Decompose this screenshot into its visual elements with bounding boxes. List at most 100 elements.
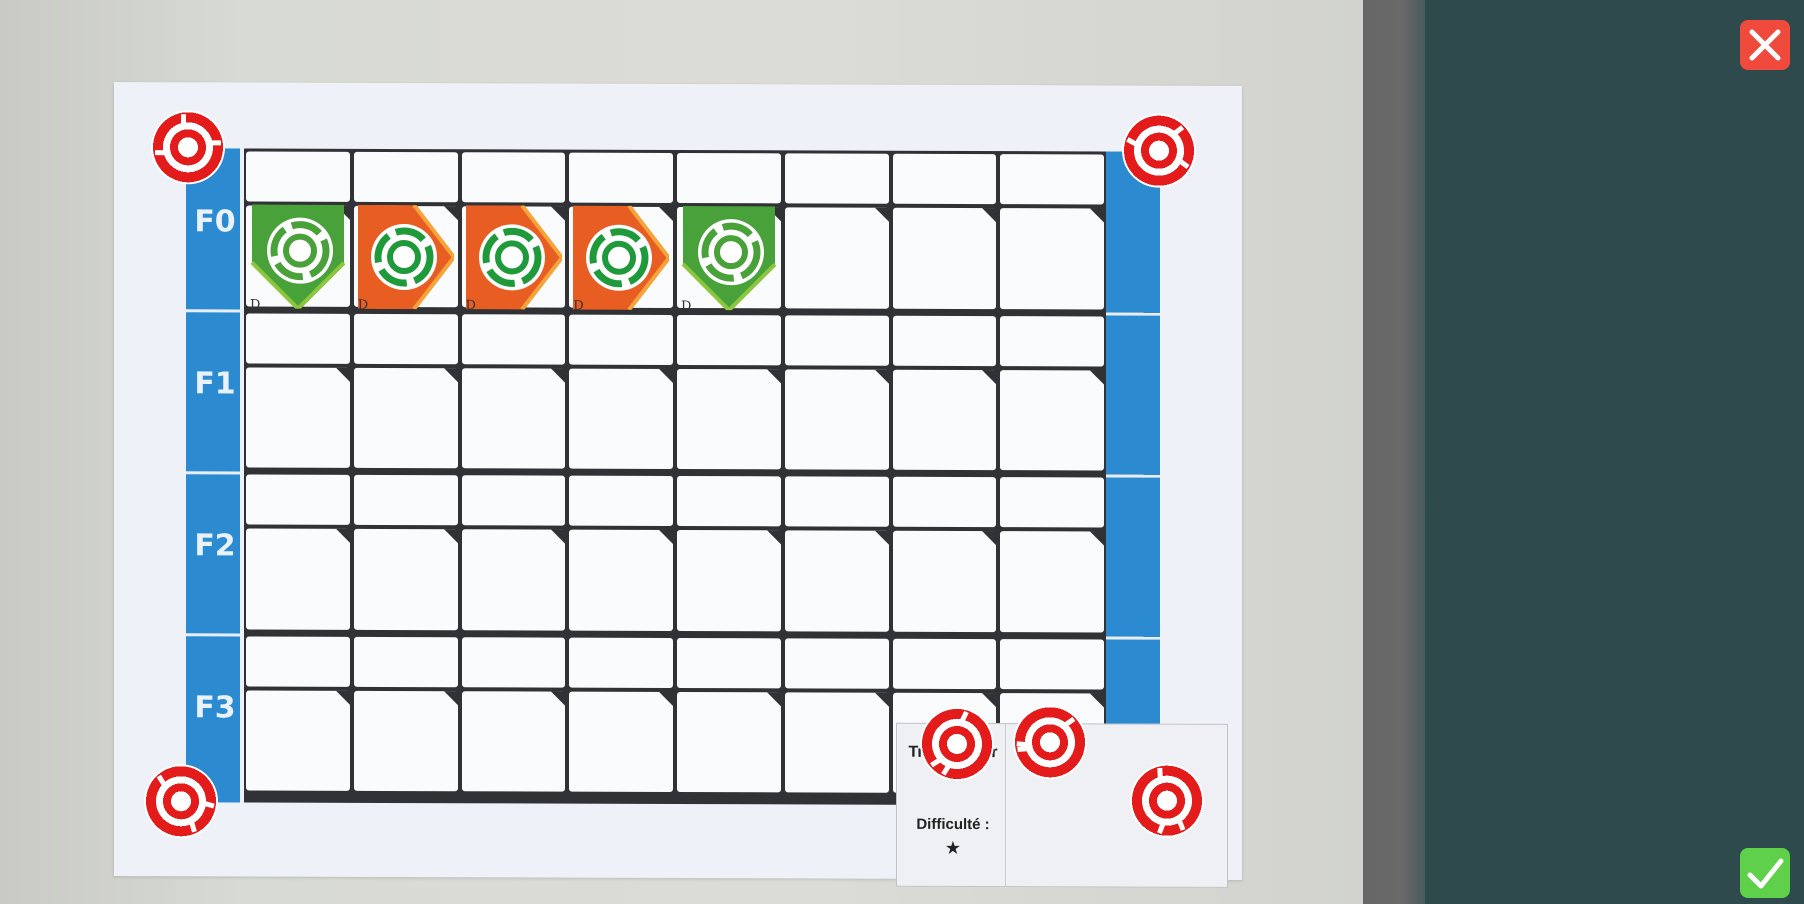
board-cell — [892, 369, 997, 471]
token-base-letter: D — [573, 298, 584, 314]
board-cell-top — [1000, 477, 1104, 528]
board-cell-top — [461, 636, 566, 688]
board-cell-top — [784, 153, 889, 204]
board-cell-top — [892, 153, 997, 205]
token-arrow-right-icon — [357, 204, 454, 310]
board-cell-top — [892, 315, 997, 366]
camera-photo: F0 F1 F2 F3 Transporter Difficulté : ★ — [0, 0, 1363, 904]
camera-review-screen: F0 F1 F2 F3 Transporter Difficulté : ★ — [0, 0, 1804, 904]
orange-token[interactable]: D — [462, 203, 566, 313]
board-cell — [246, 528, 350, 630]
board-cell — [784, 368, 889, 470]
confirm-button[interactable] — [1740, 848, 1790, 898]
close-button[interactable] — [1740, 20, 1790, 70]
board-cell-top — [461, 152, 566, 203]
board-cell — [461, 367, 566, 469]
board-cell — [677, 691, 781, 793]
board-cell-top — [784, 476, 889, 527]
card-marker-2-icon — [1013, 705, 1087, 780]
photo-edge-shadow — [1363, 0, 1425, 904]
token-base-letter: D — [357, 297, 369, 313]
floor-label-f0: F0 — [194, 204, 236, 240]
board-cell — [461, 690, 566, 792]
board-cell-top — [569, 475, 673, 526]
token-base-letter: D — [681, 299, 692, 315]
board-cell-top — [353, 474, 458, 526]
board-cell-top — [353, 313, 458, 364]
token-arrow-right-icon — [573, 205, 670, 310]
token-base-letter: D — [250, 297, 261, 313]
board-cell — [892, 207, 997, 309]
orange-token[interactable]: D — [569, 204, 673, 314]
board-cell-top — [1000, 154, 1104, 205]
board-sheet: F0 F1 F2 F3 Transporter Difficulté : ★ — [114, 82, 1242, 888]
corner-marker-top-right-icon — [1122, 113, 1196, 188]
green-token[interactable]: D — [246, 202, 350, 313]
corner-marker-bottom-left-icon — [144, 764, 218, 839]
board-cell-top — [569, 637, 673, 688]
token-base-letter: D — [465, 298, 476, 314]
board-cell-top — [892, 638, 997, 689]
floor-label-f3: F3 — [194, 690, 236, 726]
corner-marker-bottom-right-icon — [1130, 763, 1204, 838]
board-cell — [784, 530, 889, 632]
token-arrow-right-icon — [465, 205, 562, 310]
board-cell — [353, 528, 458, 630]
board-cell-top — [677, 475, 781, 527]
corner-marker-top-left-icon — [151, 110, 225, 185]
board-cell — [569, 368, 673, 469]
board-cell — [569, 691, 673, 792]
board-cell-top — [1000, 638, 1104, 689]
rail-divider — [186, 471, 240, 475]
board-cell-top — [461, 475, 566, 526]
floor-label-f2: F2 — [194, 528, 236, 564]
board-cell — [677, 368, 781, 470]
board-cell — [784, 207, 889, 309]
marker-layer — [114, 82, 1242, 839]
board-cell-top — [246, 635, 350, 687]
checkmark-icon — [1747, 858, 1784, 889]
board-cell-top — [246, 312, 350, 364]
token-arrow-down-icon — [250, 204, 346, 309]
close-x-icon — [1749, 29, 1781, 61]
board-cell-top — [569, 152, 673, 203]
rail-divider — [1106, 636, 1160, 640]
rail-divider — [1106, 474, 1160, 478]
board-cell — [1000, 369, 1104, 471]
board-cell — [1000, 208, 1104, 309]
board-cell — [892, 530, 997, 632]
orange-token[interactable]: D — [354, 203, 458, 313]
board-cell-top — [677, 637, 781, 688]
board-cell-top — [892, 476, 997, 528]
card-difficulty-stars: ★ — [944, 837, 962, 859]
board-cell — [677, 529, 781, 631]
token-arrow-down-icon — [681, 206, 777, 311]
board-cell-top — [784, 637, 889, 689]
board-cell-top — [353, 151, 458, 203]
board-cell-top — [461, 313, 566, 365]
card-divider — [1005, 724, 1006, 887]
token-layer: D D D D D — [114, 82, 1242, 314]
rail-divider — [186, 309, 240, 313]
board-cell-top — [1000, 315, 1104, 366]
board-cell — [784, 691, 889, 793]
board-cell — [461, 529, 566, 631]
green-token[interactable]: D — [677, 204, 781, 314]
board-cell-top — [677, 314, 781, 365]
board-cell-top — [677, 152, 781, 204]
card-marker-1-icon — [920, 706, 994, 782]
board-cell — [1000, 531, 1104, 632]
rail-divider — [1106, 312, 1160, 316]
floor-rail-right — [1106, 151, 1160, 806]
board-cell-top — [246, 151, 350, 202]
board-cell-top — [784, 314, 889, 366]
board-cell-top — [246, 474, 350, 525]
board-cell — [246, 366, 350, 468]
floor-label-f1: F1 — [194, 366, 236, 402]
board-cell-top — [353, 636, 458, 687]
board-cell — [569, 529, 673, 631]
board-cell — [353, 690, 458, 792]
side-panel — [1425, 0, 1804, 904]
rail-divider — [186, 633, 240, 637]
board-cell — [246, 689, 350, 791]
